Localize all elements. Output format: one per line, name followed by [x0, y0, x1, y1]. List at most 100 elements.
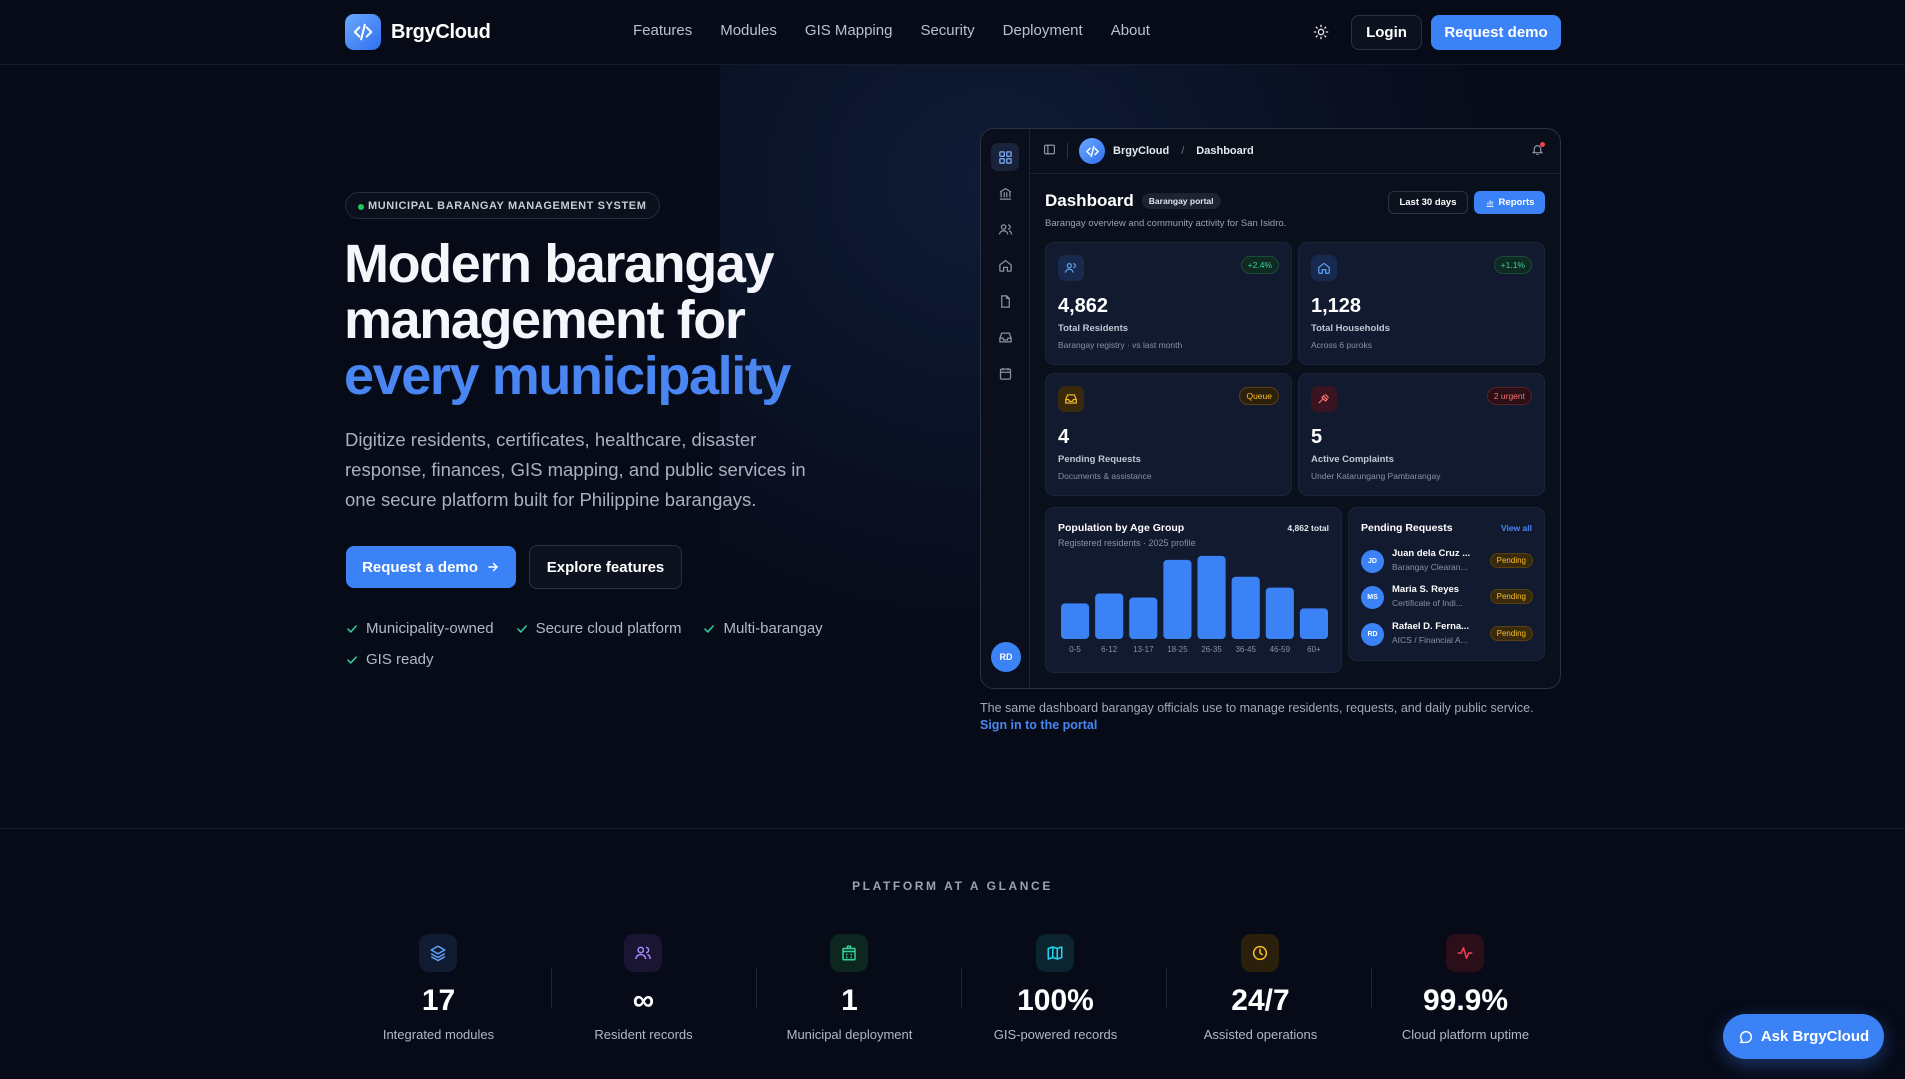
hero-title-line1: Modern barangay: [344, 234, 774, 294]
check-label: Multi-barangay: [723, 620, 823, 637]
dashboard-description: Barangay overview and community activity…: [1045, 218, 1287, 229]
kpi-sub: Documents & assistance: [1058, 471, 1152, 481]
bank-icon[interactable]: [995, 183, 1015, 203]
breadcrumb-brand[interactable]: BrgyCloud: [1113, 145, 1169, 157]
kpi-sub: Under Katarungang Pambarangay: [1311, 471, 1441, 481]
chat-bubble-icon: [1739, 1030, 1752, 1043]
kpi-sub: Across 6 puroks: [1311, 340, 1372, 350]
stat-operations: 24/7 Assisted operations: [1158, 934, 1363, 1044]
tick-label: 60+: [1307, 645, 1321, 654]
status-badge: Pending: [1489, 626, 1533, 641]
request-a-demo-button[interactable]: Request a demo: [346, 546, 516, 588]
bar-0-5: [1061, 603, 1090, 639]
status-badge: Pending: [1489, 589, 1533, 604]
login-button[interactable]: Login: [1351, 15, 1422, 50]
brand-link[interactable]: BrgyCloud: [345, 14, 491, 50]
stat-value: 100%: [1017, 984, 1094, 1017]
sidebar-toggle-icon[interactable]: [1043, 143, 1056, 159]
stat-label: GIS-powered records: [993, 1027, 1118, 1042]
users-icon[interactable]: [995, 219, 1015, 239]
stat-value: 24/7: [1231, 984, 1290, 1017]
population-bar-chart: 0-5 6-12 13-17 18-25 26-35 36-45 46-59 60+: [1061, 555, 1328, 654]
request-name: Maria S. Reyes: [1392, 584, 1460, 595]
check-item: Multi-barangay: [702, 620, 823, 637]
request-desc: Certificate of Indi...: [1392, 598, 1463, 608]
dashboard-topbar: BrgyCloud / Dashboard: [1030, 129, 1560, 174]
explore-features-button[interactable]: Explore features: [529, 545, 682, 589]
bell-icon[interactable]: [1531, 142, 1545, 159]
view-all-link[interactable]: View all: [1501, 523, 1532, 533]
grid-icon[interactable]: [991, 143, 1019, 171]
urgent-badge: 2 urgent: [1486, 387, 1532, 405]
feature-checklist: Municipality-owned Secure cloud platform…: [345, 620, 865, 668]
ask-label: Ask BrgyCloud: [1760, 1028, 1870, 1045]
queue-badge: Queue: [1239, 387, 1279, 405]
breadcrumb-page: Dashboard: [1196, 145, 1254, 157]
stat-value: 1: [841, 984, 858, 1017]
kpi-label: Total Households: [1311, 323, 1390, 334]
kpi-card-residents[interactable]: +2.4% 4,862 Total Residents Barangay reg…: [1045, 242, 1292, 365]
tick-label: 36-45: [1235, 645, 1256, 654]
nav-link-about[interactable]: About: [1111, 22, 1150, 39]
user-avatar[interactable]: RD: [991, 642, 1021, 672]
kpi-value: 5: [1311, 426, 1323, 448]
bar-26-35: [1197, 555, 1226, 639]
bar-chart-icon: [1486, 200, 1493, 207]
avatar: RD: [1361, 623, 1384, 646]
brand-logo-icon: [345, 14, 381, 50]
bar-18-25: [1163, 559, 1192, 639]
nav-link-security[interactable]: Security: [920, 22, 974, 39]
stat-deployment: 1 Municipal deployment: [747, 934, 952, 1044]
activity-icon: [1446, 934, 1484, 972]
kpi-card-pending-requests[interactable]: Queue 4 Pending Requests Documents & ass…: [1045, 373, 1292, 496]
kpi-label: Pending Requests: [1058, 454, 1141, 465]
kpi-card-households[interactable]: +1.1% 1,128 Total Households Across 6 pu…: [1298, 242, 1545, 365]
stat-value: 99.9%: [1422, 984, 1509, 1017]
stat-label: Resident records: [594, 1027, 693, 1042]
notification-dot: [1540, 142, 1545, 147]
dashboard-caption: The same dashboard barangay officials us…: [980, 700, 1570, 734]
list-item[interactable]: MS Maria S. Reyes Certificate of Indi...…: [1361, 584, 1533, 614]
dashboard-sidebar: RD: [981, 129, 1030, 688]
nav-link-features[interactable]: Features: [633, 22, 692, 39]
kpi-card-active-complaints[interactable]: 2 urgent 5 Active Complaints Under Katar…: [1298, 373, 1545, 496]
home-icon[interactable]: [995, 255, 1015, 275]
check-label: Municipality-owned: [366, 620, 494, 637]
nav-link-modules[interactable]: Modules: [720, 22, 777, 39]
avatar: MS: [1361, 586, 1384, 609]
hero-title-line2: management for: [344, 290, 746, 350]
breadcrumb-separator: /: [1181, 145, 1185, 157]
check-icon: [347, 655, 357, 664]
map-icon: [1036, 934, 1074, 972]
status-dot-icon: [358, 204, 364, 210]
inbox-icon[interactable]: [995, 327, 1015, 347]
hero-title-accent: every municipality: [344, 346, 791, 406]
list-item[interactable]: RD Rafael D. Ferna... AICS / Financial A…: [1361, 621, 1533, 651]
kpi-label: Active Complaints: [1311, 454, 1394, 465]
check-item: Municipality-owned: [345, 620, 494, 637]
kpi-value: 4,862: [1058, 295, 1109, 317]
reports-button[interactable]: Reports: [1474, 191, 1545, 214]
trend-badge: +1.1%: [1493, 256, 1532, 274]
request-name: Rafael D. Ferna...: [1392, 621, 1470, 632]
stat-uptime: 99.9% Cloud platform uptime: [1363, 934, 1568, 1044]
request-demo-button[interactable]: Request demo: [1431, 15, 1561, 50]
nav-link-gis-mapping[interactable]: GIS Mapping: [805, 22, 893, 39]
sign-in-portal-link[interactable]: Sign in to the portal: [980, 717, 1570, 734]
sun-icon[interactable]: [1310, 21, 1332, 43]
request-desc: Barangay Clearan...: [1392, 562, 1468, 572]
tick-label: 13-17: [1133, 645, 1154, 654]
dashboard-header: Dashboard Barangay portal: [1045, 191, 1221, 211]
nav-link-deployment[interactable]: Deployment: [1003, 22, 1083, 39]
home-icon: [1311, 255, 1337, 281]
stat-residents: ∞ Resident records: [541, 934, 746, 1044]
reports-label: Reports: [1498, 197, 1535, 208]
list-item[interactable]: JD Juan dela Cruz ... Barangay Clearan..…: [1361, 548, 1533, 578]
tick-label: 26-35: [1201, 645, 1222, 654]
arrow-right-icon: [488, 562, 498, 572]
file-icon[interactable]: [995, 291, 1015, 311]
calendar-icon[interactable]: [995, 363, 1015, 383]
ask-brgycloud-button[interactable]: Ask BrgyCloud: [1723, 1014, 1884, 1059]
portal-pill: Barangay portal: [1141, 193, 1221, 209]
date-range-button[interactable]: Last 30 days: [1388, 191, 1468, 214]
